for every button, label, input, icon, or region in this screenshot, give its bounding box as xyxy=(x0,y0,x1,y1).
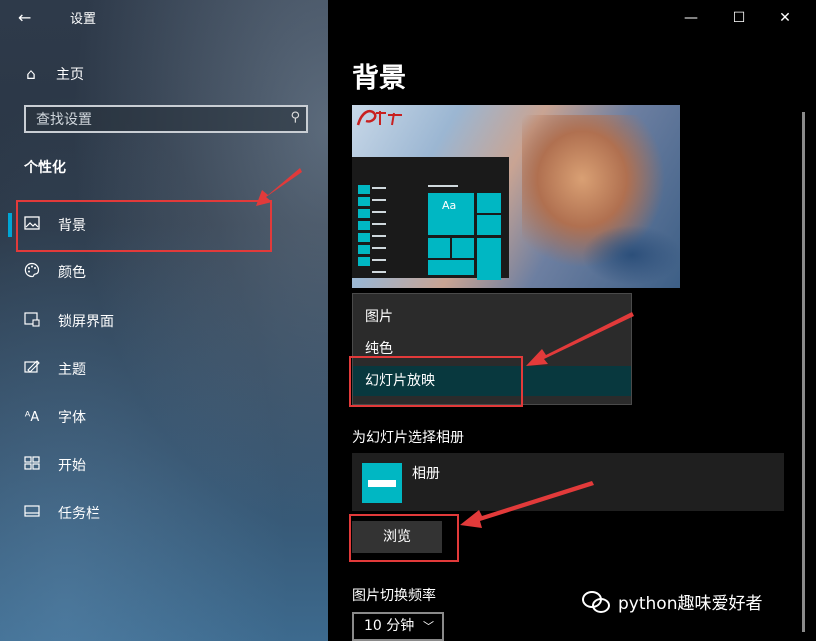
sidebar-item-label: 字体 xyxy=(58,410,86,426)
tile xyxy=(452,238,474,258)
minimize-button[interactable]: — xyxy=(676,6,706,30)
sidebar-item-label: 锁屏界面 xyxy=(58,314,114,330)
sidebar-item-home[interactable]: ⌂ 主页 xyxy=(20,62,84,86)
start-mock-tiles: Aa xyxy=(428,189,502,280)
watermark-text: python趣味爱好者 xyxy=(618,594,763,614)
album-icon xyxy=(362,463,402,503)
chevron-down-icon: ﹀ xyxy=(423,620,434,633)
album-section-label: 为幻灯片选择相册 xyxy=(352,430,464,446)
sidebar-item-taskbar[interactable]: 任务栏 xyxy=(0,493,328,533)
sidebar-item-label: 颜色 xyxy=(58,265,86,281)
taskbar-icon xyxy=(22,505,42,521)
background-preview: Aa xyxy=(352,105,680,288)
watermark: python趣味爱好者 xyxy=(582,589,762,614)
search-icon[interactable]: ⚲ xyxy=(290,110,300,125)
wallpaper-shade xyxy=(582,225,680,285)
page-title: 背景 xyxy=(352,63,406,94)
change-frequency-label: 图片切换频率 xyxy=(352,588,436,604)
palette-icon xyxy=(22,262,42,282)
back-arrow-icon[interactable]: ← xyxy=(18,8,42,28)
tile xyxy=(428,238,450,258)
dropdown-option-picture[interactable]: 图片 xyxy=(353,302,631,332)
lock-screen-icon xyxy=(22,311,42,331)
sidebar-item-fonts[interactable]: ᴬA 字体 xyxy=(0,397,328,437)
highlight-box-browse xyxy=(349,514,459,562)
font-icon: ᴬA xyxy=(24,409,40,425)
scrollbar[interactable] xyxy=(802,112,805,632)
tile xyxy=(428,260,474,275)
sidebar-item-label: 开始 xyxy=(58,458,86,474)
start-mock-lines xyxy=(372,187,386,283)
section-title: 个性化 xyxy=(24,160,66,176)
close-button[interactable]: ✕ xyxy=(770,6,800,30)
active-indicator xyxy=(8,213,12,237)
sidebar-item-label: 主题 xyxy=(58,362,86,378)
album-card[interactable]: 相册 xyxy=(352,453,784,511)
highlight-box-background xyxy=(16,200,272,252)
settings-sidebar: ← 设置 ⌂ 主页 ⚲ 个性化 背景 颜色 锁屏界面 主题 ᴬA xyxy=(0,0,328,641)
start-mock-header-line xyxy=(428,185,458,187)
tile xyxy=(477,215,501,235)
home-icon: ⌂ xyxy=(26,65,36,83)
wallpaper-logo xyxy=(356,107,408,132)
tile xyxy=(477,193,501,213)
theme-icon xyxy=(22,359,42,379)
tile xyxy=(477,238,501,280)
tile-aa: Aa xyxy=(428,193,474,235)
window-title: 设置 xyxy=(70,12,97,27)
start-mock-column xyxy=(358,185,370,273)
sidebar-item-themes[interactable]: 主题 xyxy=(0,349,328,389)
wechat-icon xyxy=(582,590,610,613)
sidebar-item-label: 任务栏 xyxy=(58,506,100,522)
album-name: 相册 xyxy=(412,466,440,482)
start-menu-mockup: Aa xyxy=(352,157,509,280)
sidebar-item-lock-screen[interactable]: 锁屏界面 xyxy=(0,301,328,341)
highlight-box-slideshow xyxy=(349,356,523,407)
home-label: 主页 xyxy=(56,67,84,83)
search-box[interactable]: ⚲ xyxy=(24,105,308,133)
sidebar-item-colors[interactable]: 颜色 xyxy=(0,252,328,292)
change-frequency-select[interactable]: 10 分钟 ﹀ xyxy=(352,612,444,641)
maximize-button[interactable]: ☐ xyxy=(724,6,754,30)
search-input[interactable] xyxy=(34,110,278,130)
sidebar-item-start[interactable]: 开始 xyxy=(0,445,328,485)
frequency-value: 10 分钟 xyxy=(364,618,415,634)
sidebar-titlebar: ← 设置 xyxy=(0,0,328,36)
start-icon xyxy=(22,456,42,474)
